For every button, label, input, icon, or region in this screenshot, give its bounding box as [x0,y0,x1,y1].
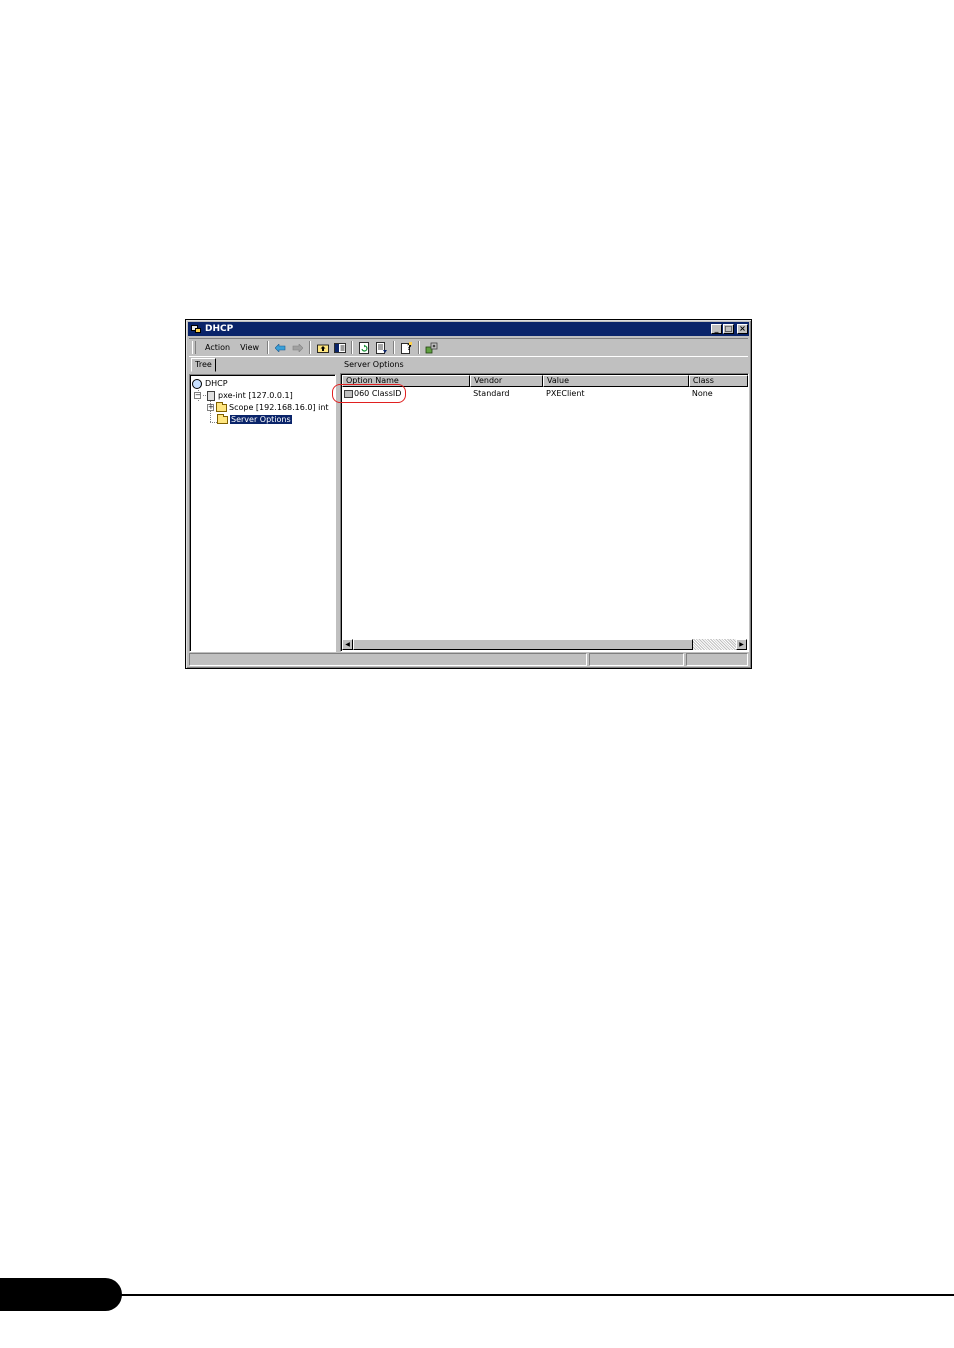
maximize-button[interactable]: □ [723,324,734,334]
tree-tab-strip: Tree [189,357,339,373]
server-icon [207,390,215,401]
folder-icon [216,401,227,412]
dhcp-app-icon [191,324,202,334]
scroll-thumb[interactable] [353,639,693,650]
forward-arrow-icon[interactable] [291,342,304,354]
horizontal-scrollbar[interactable]: ◀ ▶ [342,639,747,650]
toolbar-separator [351,341,354,354]
page-number-tab [0,1278,122,1311]
folder-icon [217,413,228,424]
tab-tree[interactable]: Tree [191,358,216,372]
tree-label-server-options: Server Options [230,415,292,424]
menu-action[interactable]: Action [200,343,235,352]
toolbar-separator [418,341,421,354]
column-header-value[interactable]: Value [543,375,689,387]
cell-vendor: Standard [473,389,510,398]
detail-header: Server Options [344,360,404,369]
status-bar [189,653,748,666]
export-list-icon[interactable] [375,341,388,354]
toolbar-separator [309,341,312,354]
server-options-icon[interactable] [425,342,438,354]
scroll-right-button[interactable]: ▶ [736,639,747,650]
dhcp-root-icon [192,378,202,389]
tree-line [203,395,206,396]
scroll-left-button[interactable]: ◀ [342,639,353,650]
dhcp-window: DHCP _ □ × Action View ? Tree DHCP − pxe… [185,319,752,669]
back-arrow-icon[interactable] [274,342,287,354]
collapse-toggle[interactable]: − [194,392,201,399]
menu-view[interactable]: View [235,343,264,352]
tree-label-dhcp: DHCP [205,379,228,388]
show-tree-icon[interactable] [333,342,346,354]
scroll-track[interactable] [353,639,736,650]
tree-line [210,422,217,423]
tree-pane[interactable]: DHCP − pxe-int [127.0.0.1] + Scope [192.… [189,374,336,652]
toolbar-separator [393,341,396,354]
detail-list-view[interactable]: Option Name Vendor Value Class 060 Class… [340,373,749,652]
tree-node-dhcp[interactable]: DHCP [192,378,228,389]
refresh-icon[interactable] [358,341,371,354]
expand-toggle[interactable]: + [207,404,214,411]
tree-node-scope[interactable]: + Scope [192.168.16.0] int [207,401,329,413]
close-button[interactable]: × [737,324,748,334]
toolbar-grip[interactable] [192,341,196,354]
column-header-vendor[interactable]: Vendor [470,375,544,387]
toolbar: Action View ? [189,338,748,357]
up-folder-icon[interactable] [316,342,329,354]
callout-highlight-ring [332,384,406,403]
minimize-button[interactable]: _ [711,324,722,334]
cell-class: None [691,389,713,398]
window-title: DHCP [205,324,234,334]
tree-label-scope: Scope [192.168.16.0] int [229,403,329,412]
tree-label-server: pxe-int [127.0.0.1] [218,391,293,400]
status-cell [686,653,748,666]
cell-value: PXEClient [546,389,585,398]
toolbar-separator [267,341,270,354]
column-header-class[interactable]: Class [688,375,748,387]
tree-node-server-options[interactable]: Server Options [217,413,292,425]
tree-node-server[interactable]: − pxe-int [127.0.0.1] [194,390,293,401]
title-bar[interactable]: DHCP _ □ × [188,322,749,336]
status-cell [189,653,587,666]
footer-rule [118,1294,954,1296]
status-cell [589,653,684,666]
help-icon[interactable]: ? [400,341,413,354]
